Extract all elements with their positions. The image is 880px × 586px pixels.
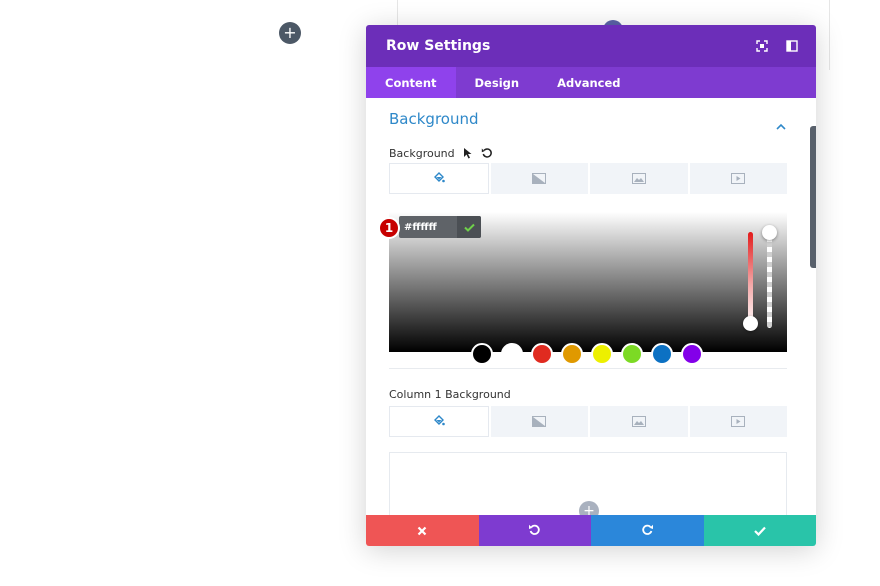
section-title[interactable]: Background <box>389 110 479 128</box>
row-settings-modal: Row Settings Content Design Advanced Bac… <box>366 25 816 546</box>
background-video-tab[interactable] <box>689 163 787 194</box>
color-swatch[interactable] <box>591 343 613 365</box>
add-color-button[interactable]: + <box>579 501 599 515</box>
canvas-guide-line <box>397 0 398 25</box>
hue-slider[interactable] <box>748 232 753 328</box>
color-swatch[interactable] <box>471 343 493 365</box>
background-field-header: Background <box>389 144 493 163</box>
tab-design[interactable]: Design <box>456 67 539 98</box>
color-swatch[interactable] <box>561 343 583 365</box>
column1-gradient-tab[interactable] <box>490 406 588 437</box>
background-type-tabs <box>389 163 787 194</box>
scrollbar[interactable] <box>810 126 816 268</box>
modal-footer <box>366 515 816 546</box>
chevron-up-icon[interactable] <box>776 115 786 134</box>
color-swatches <box>471 343 703 365</box>
gradient-icon <box>532 412 547 431</box>
canvas-guide-line <box>829 0 830 70</box>
column1-color-area[interactable]: + <box>389 452 787 515</box>
check-icon[interactable] <box>457 216 481 238</box>
paint-bucket-icon <box>433 412 445 431</box>
modal-body: Background Background #ffffff 1 Column 1… <box>366 98 816 515</box>
cancel-button[interactable] <box>366 515 479 546</box>
video-icon <box>731 169 746 188</box>
column1-image-tab[interactable] <box>590 406 688 437</box>
check-icon <box>753 521 766 540</box>
step-marker: 1 <box>378 217 400 239</box>
background-color-tab[interactable] <box>389 163 489 194</box>
hex-input[interactable]: #ffffff <box>399 222 457 233</box>
image-icon <box>631 412 646 431</box>
fullscreen-icon[interactable] <box>754 38 770 54</box>
column1-background-type-tabs <box>389 406 787 437</box>
color-swatch[interactable] <box>681 343 703 365</box>
background-gradient-tab[interactable] <box>490 163 588 194</box>
sidebar-icon[interactable] <box>784 38 800 54</box>
color-swatch[interactable] <box>651 343 673 365</box>
color-swatch[interactable] <box>531 343 553 365</box>
hue-slider-handle[interactable] <box>743 316 758 331</box>
image-icon <box>631 169 646 188</box>
background-image-tab[interactable] <box>590 163 688 194</box>
tab-content[interactable]: Content <box>366 67 456 98</box>
reset-icon[interactable] <box>481 144 493 163</box>
column1-color-tab[interactable] <box>389 406 489 437</box>
color-swatch[interactable] <box>501 343 523 365</box>
video-icon <box>731 412 746 431</box>
gradient-icon <box>532 169 547 188</box>
modal-header: Row Settings <box>366 25 816 67</box>
redo-icon <box>641 521 654 540</box>
redo-button[interactable] <box>591 515 704 546</box>
close-icon <box>417 521 427 540</box>
cursor-icon[interactable] <box>463 144 473 163</box>
undo-button[interactable] <box>478 515 591 546</box>
color-swatch[interactable] <box>621 343 643 365</box>
modal-title: Row Settings <box>386 38 491 54</box>
settings-tabs: Content Design Advanced <box>366 67 816 98</box>
hex-input-group: #ffffff <box>399 216 481 238</box>
paint-bucket-icon <box>433 169 445 188</box>
opacity-slider-handle[interactable] <box>762 225 777 240</box>
background-label: Background <box>389 147 455 160</box>
tab-advanced[interactable]: Advanced <box>538 67 639 98</box>
undo-icon <box>528 521 541 540</box>
column1-background-label: Column 1 Background <box>389 388 511 401</box>
add-section-button[interactable]: + <box>279 22 301 44</box>
column1-video-tab[interactable] <box>689 406 787 437</box>
opacity-slider[interactable] <box>767 232 772 328</box>
color-picker[interactable]: #ffffff 1 <box>378 212 787 365</box>
save-button[interactable] <box>703 515 816 546</box>
divider <box>389 368 787 369</box>
